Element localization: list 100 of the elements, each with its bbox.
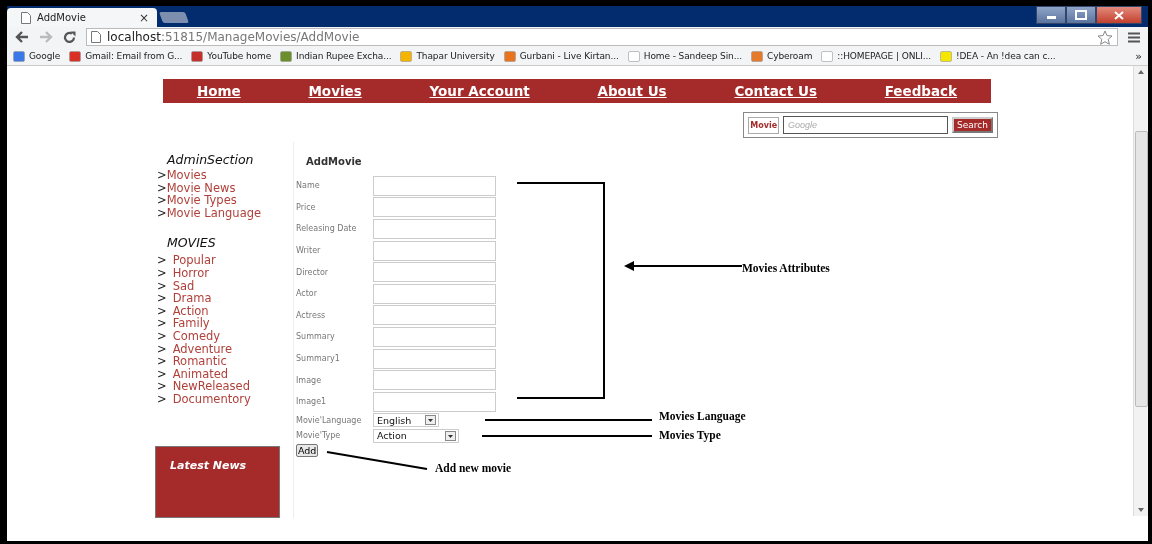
bullet: > [157,392,167,406]
nav-link[interactable]: Home [196,83,241,99]
bookmark[interactable]: !DEA - An !dea can c... [940,50,1056,62]
input-field[interactable] [373,305,496,326]
input-field[interactable] [373,283,496,304]
sidebar-link[interactable]: Movies [166,169,207,182]
field-label: Price [296,202,317,212]
close-tab-button[interactable]: × [138,10,149,25]
sidebar-link[interactable]: Animated [172,367,229,381]
url-text: localhost:51815/ManageMovies/AddMovie [107,30,360,44]
bookmark-icon [503,50,516,62]
scroll-thumb[interactable] [1134,131,1148,407]
bookmark-icon [940,50,953,62]
bullet: > [157,181,167,195]
field-label: Image [296,375,323,385]
sidebar-link[interactable]: Drama [172,292,212,305]
new-tab-button[interactable] [159,12,189,23]
field-label: Releasing Date [296,224,358,234]
add-button[interactable]: Add [296,443,319,457]
form-title: AddMovie [306,156,363,167]
bookmark[interactable]: Google [13,50,61,62]
nav-link[interactable]: Feedback [884,83,958,99]
field-label: Movie'Language [296,415,363,425]
sidebar-link[interactable]: Movie Language [166,206,262,220]
address-bar[interactable]: localhost:51815/ManageMovies/AddMovie [86,28,1118,46]
annotation-label: Add new movie [435,462,512,474]
input-field[interactable] [373,175,496,196]
sidebar-link[interactable]: Adventure [172,342,233,356]
input-field[interactable] [373,348,496,369]
bookmark[interactable]: Home - Sandeep Sin... [627,50,742,62]
sidebar-link[interactable]: Movie Types [166,194,237,207]
more-bookmarks-button[interactable]: » [1135,49,1142,63]
bullet: > [157,355,167,368]
dropdown[interactable]: English [373,413,439,428]
bookmark-icon [750,50,763,62]
bookmark[interactable]: Cyberoam [750,50,813,62]
annotation-label: Movies Language [659,410,746,422]
bullet: > [157,304,167,318]
sidebar-link[interactable]: Horror [172,266,210,280]
browser-tab[interactable]: AddMovie × [7,8,157,27]
sidebar-link[interactable]: Romantic [172,355,227,368]
field-label: Actress [296,310,327,320]
bookmark[interactable]: Thapar University [400,50,495,62]
bookmark[interactable]: Indian Rupee Excha... [280,50,392,62]
nav-link[interactable]: Contact Us [734,83,817,99]
star-icon[interactable] [1097,29,1113,45]
bookmark-icon [400,50,413,62]
bullet: > [157,206,167,220]
bookmark-icon [627,50,640,62]
sidebar-link[interactable]: Documentory [172,392,251,406]
input-field[interactable] [373,240,496,261]
bookmark[interactable]: Gmail: Email from G... [69,50,183,62]
category-label: Movie [748,116,780,134]
tab-title: AddMovie [37,12,87,23]
restore-button[interactable] [1066,6,1096,24]
input-field[interactable] [373,197,496,218]
bookmark-icon [69,50,82,62]
bookmark[interactable]: Gurbani - Live Kirtan... [503,50,619,62]
bullet: > [157,266,167,280]
close-button[interactable] [1096,6,1142,24]
nav-link[interactable]: Movies [308,83,362,99]
bullet: > [157,279,167,293]
sidebar-link[interactable]: Sad [172,279,195,293]
input-field[interactable] [373,262,496,283]
search-field[interactable]: Google [783,116,949,134]
sidebar-link[interactable]: Movie News [166,181,236,195]
forward-icon[interactable] [39,31,53,43]
field-label: Writer [296,246,322,256]
input-field[interactable] [373,219,496,239]
bookmark[interactable]: YouTube home [191,50,272,62]
back-icon[interactable] [15,31,29,43]
bookmark-icon [191,50,204,62]
input-field[interactable] [373,326,496,347]
bookmark-icon [13,50,25,62]
reload-icon[interactable] [63,30,76,44]
bullet: > [157,194,167,207]
bookmark[interactable]: ::HOMEPAGE | ONLI... [821,50,932,62]
bullet: > [157,329,167,343]
scrollbar[interactable] [1133,66,1148,516]
page-icon [91,31,101,43]
bullet: > [157,254,167,267]
sidebar-link[interactable]: Action [172,304,209,318]
nav-link[interactable]: About Us [597,83,667,99]
dropdown[interactable]: Action [373,428,459,443]
input-field[interactable] [373,370,496,391]
sidebar-link[interactable]: Comedy [172,329,221,343]
minimize-button[interactable] [1036,6,1066,24]
sidebar-link[interactable]: NewReleased [172,380,250,393]
section-title: MOVIES [167,235,217,251]
annotation-label: Movies Type [659,429,721,441]
input-field[interactable] [373,391,496,412]
sidebar-link[interactable]: Popular [172,254,216,267]
field-label: Image1 [296,397,328,407]
menu-icon[interactable] [1128,31,1140,43]
bullet: > [157,380,167,393]
bullet: > [157,169,167,182]
nav-link[interactable]: Your Account [429,83,530,99]
search-button[interactable]: Search [952,117,993,133]
sidebar-link[interactable]: Family [172,317,210,330]
bullet: > [157,317,167,330]
